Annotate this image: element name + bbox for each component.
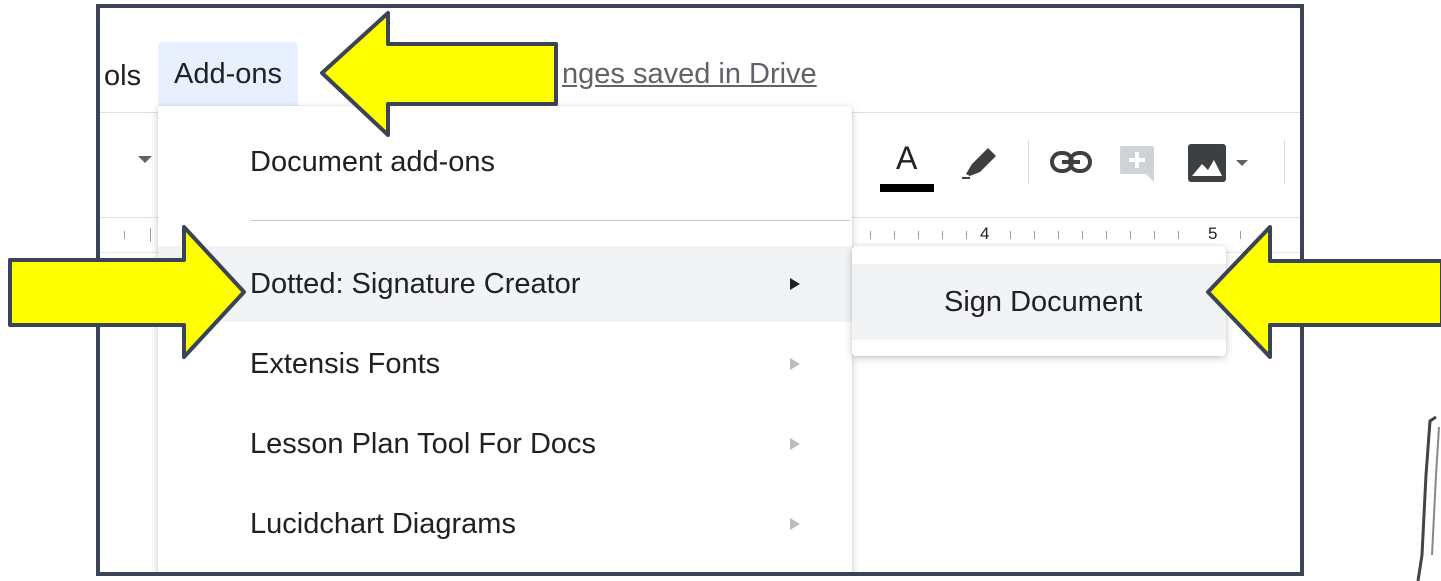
submenu-arrow-icon	[790, 518, 800, 530]
text-color-button[interactable]: A	[876, 140, 936, 200]
menu-item-dotted-signature-creator[interactable]: Dotted: Signature Creator	[158, 246, 852, 322]
ruler-tick	[1034, 231, 1035, 239]
signature-creator-submenu: Sign Document	[852, 246, 1226, 356]
callout-arrow-right-icon	[1206, 225, 1441, 359]
ruler-tick	[894, 231, 895, 239]
add-ons-menu: Document add-ons Dotted: Signature Creat…	[158, 106, 852, 572]
ruler-tick	[1178, 231, 1179, 239]
callout-arrow-left-icon	[8, 225, 246, 359]
menu-item-label: Lesson Plan Tool For Docs	[250, 428, 597, 460]
highlight-pen-icon[interactable]	[960, 144, 1000, 180]
menu-item-lucidchart-diagrams[interactable]: Lucidchart Diagrams	[158, 486, 852, 562]
menu-item-label: Lucidchart Diagrams	[250, 508, 516, 540]
menu-item-sign-document[interactable]: Sign Document	[852, 264, 1226, 340]
device-illustration-icon	[1416, 415, 1440, 581]
text-color-letter: A	[896, 140, 918, 176]
menu-divider	[250, 220, 850, 221]
submenu-arrow-icon	[790, 358, 800, 370]
toolbar-divider	[1284, 140, 1285, 184]
add-comment-icon[interactable]	[1118, 144, 1156, 182]
ruler-tick	[966, 231, 967, 239]
ruler-tick	[918, 231, 919, 239]
ruler-tick	[1154, 231, 1155, 239]
menu-bar: ols Add-ons nges saved in Drive	[100, 8, 1300, 113]
save-status-link[interactable]: nges saved in Drive	[562, 58, 817, 91]
screenshot-frame: ols Add-ons nges saved in Drive A 4 5 Do…	[96, 4, 1304, 576]
ruler-tick	[1058, 231, 1059, 239]
insert-image-icon[interactable]	[1186, 142, 1228, 184]
ruler-tick	[1082, 231, 1083, 239]
menu-tools[interactable]: ols	[104, 60, 141, 93]
submenu-arrow-icon	[790, 278, 800, 290]
toolbar-divider	[1028, 140, 1029, 184]
submenu-arrow-icon	[790, 438, 800, 450]
menu-item-label: Sign Document	[944, 286, 1143, 318]
chevron-down-icon[interactable]	[138, 156, 152, 163]
text-color-bar	[880, 184, 934, 192]
image-dropdown-chevron-icon[interactable]	[1236, 160, 1248, 166]
menu-add-ons[interactable]: Add-ons	[158, 42, 299, 106]
menu-item-label: Document add-ons	[250, 146, 496, 178]
ruler-tick	[1106, 231, 1107, 239]
ruler-number: 4	[980, 224, 990, 243]
ruler-tick	[870, 231, 871, 239]
menu-item-extensis-fonts[interactable]: Extensis Fonts	[158, 326, 852, 402]
ruler-tick	[1010, 231, 1011, 239]
ruler-tick	[942, 231, 943, 239]
callout-arrow-top-icon	[320, 11, 558, 137]
ruler-tick	[1130, 231, 1131, 239]
link-icon[interactable]	[1050, 150, 1092, 174]
menu-item-label: Dotted: Signature Creator	[250, 268, 581, 300]
menu-item-lesson-plan-tool[interactable]: Lesson Plan Tool For Docs	[158, 406, 852, 482]
menu-item-label: Extensis Fonts	[250, 348, 441, 380]
